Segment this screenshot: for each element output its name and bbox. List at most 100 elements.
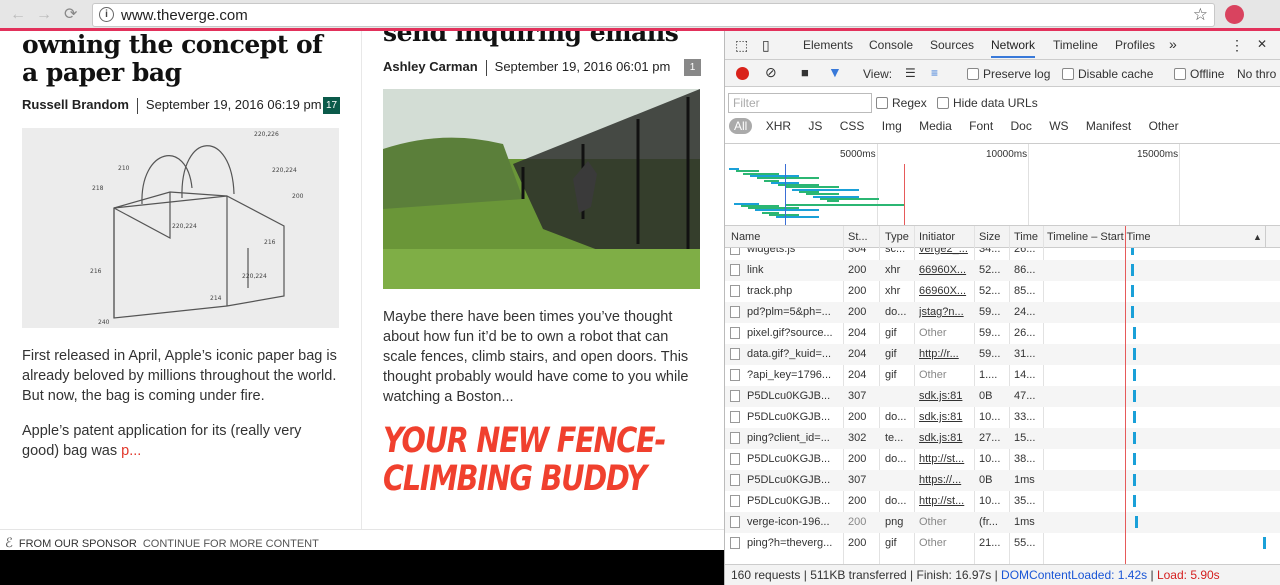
request-row[interactable]: P5DLcu0KGJB... 200 do... http://st... 10... 3…: [725, 449, 1280, 470]
more-tabs-icon[interactable]: »: [1169, 36, 1177, 52]
column-type[interactable]: Type: [885, 231, 909, 243]
request-row[interactable]: ?api_key=1796... 204 gif Other 1.... 14...: [725, 365, 1280, 386]
type-filter-all[interactable]: All: [729, 118, 753, 134]
article-headline[interactable]: owning the concept of a paper bag: [22, 31, 340, 87]
tab-sources[interactable]: Sources: [930, 38, 974, 52]
request-row[interactable]: P5DLcu0KGJB... 200 do... sdk.js:81 10... 33..…: [725, 407, 1280, 428]
request-row[interactable]: P5DLcu0KGJB... 307 sdk.js:81 0B 47...: [725, 386, 1280, 407]
request-initiator[interactable]: jstag?n...: [919, 306, 972, 318]
info-icon[interactable]: i: [99, 7, 114, 22]
type-filter-css[interactable]: CSS: [840, 119, 865, 133]
address-bar[interactable]: i www.theverge.com ☆: [92, 3, 1215, 27]
pocket-extension-icon[interactable]: [1225, 5, 1244, 24]
request-row[interactable]: ping?h=theverg... 200 gif Other 21... 55...: [725, 533, 1280, 554]
tab-profiles[interactable]: Profiles: [1115, 38, 1155, 52]
regex-checkbox[interactable]: Regex: [876, 96, 927, 110]
record-icon[interactable]: [736, 67, 749, 83]
back-icon[interactable]: ←: [10, 6, 26, 24]
disable-cache-checkbox[interactable]: Disable cache: [1062, 67, 1153, 81]
column-divider: [361, 31, 362, 531]
type-filter-font[interactable]: Font: [969, 119, 993, 133]
clear-icon[interactable]: ⊘: [765, 64, 777, 81]
request-status: 200: [848, 453, 867, 465]
request-initiator[interactable]: https://...: [919, 474, 972, 486]
preserve-log-checkbox[interactable]: Preserve log: [967, 67, 1050, 81]
column-initiator[interactable]: Initiator: [919, 231, 955, 243]
column-time[interactable]: Time: [1014, 231, 1038, 243]
article-headline[interactable]: send inquiring emails: [383, 31, 701, 47]
request-initiator[interactable]: http://st...: [919, 453, 972, 465]
type-filter-ws[interactable]: WS: [1049, 119, 1068, 133]
type-filter-js[interactable]: JS: [808, 119, 822, 133]
hide-data-urls-checkbox[interactable]: Hide data URLs: [937, 96, 1038, 110]
url-text[interactable]: www.theverge.com: [121, 7, 248, 24]
inspect-element-icon[interactable]: ⬚: [735, 37, 748, 54]
request-initiator[interactable]: 66960X...: [919, 285, 972, 297]
type-filter-doc[interactable]: Doc: [1011, 119, 1032, 133]
request-row[interactable]: pd?plm=5&ph=... 200 do... jstag?n... 59... 24…: [725, 302, 1280, 323]
type-filter-manifest[interactable]: Manifest: [1086, 119, 1131, 133]
request-initiator[interactable]: http://r...: [919, 348, 972, 360]
author-name[interactable]: Russell Brandom: [22, 97, 129, 112]
menu-icon[interactable]: ⋮: [1230, 37, 1244, 54]
request-initiator[interactable]: sdk.js:81: [919, 411, 972, 423]
bookmark-star-icon[interactable]: ☆: [1193, 5, 1208, 25]
request-initiator[interactable]: sdk.js:81: [919, 432, 972, 444]
large-rows-icon[interactable]: ☰: [905, 66, 916, 80]
screenshot-icon[interactable]: ■: [801, 65, 809, 80]
article-excerpt: Maybe there have been times you’ve thoug…: [383, 307, 701, 407]
request-initiator[interactable]: 66960X...: [919, 264, 972, 276]
type-filter-xhr[interactable]: XHR: [766, 119, 791, 133]
paper-bag-patent-image[interactable]: 220,226 220,224 210 218 200 220,224 216 216 …: [22, 128, 339, 328]
request-row[interactable]: data.gif?_kuid=... 204 gif http://r... 59...…: [725, 344, 1280, 365]
continue-link[interactable]: CONTINUE FOR MORE CONTENT: [143, 538, 319, 550]
author-name[interactable]: Ashley Carman: [383, 59, 478, 74]
column-size[interactable]: Size: [979, 231, 1000, 243]
read-more-link[interactable]: p...: [121, 443, 141, 459]
request-row[interactable]: P5DLcu0KGJB... 200 do... http://st... 10... 3…: [725, 491, 1280, 512]
type-filter-media[interactable]: Media: [919, 119, 952, 133]
column-timeline[interactable]: Timeline – Start Time: [1047, 231, 1151, 243]
forward-icon[interactable]: →: [36, 6, 52, 24]
throttle-select[interactable]: No thro: [1237, 67, 1276, 81]
request-row[interactable]: widgets.js 304 sc... verge2_... 34... 26...: [725, 248, 1280, 260]
tab-network[interactable]: Network: [991, 38, 1036, 58]
column-status[interactable]: St...: [848, 231, 868, 243]
comment-count-badge[interactable]: 1: [684, 59, 701, 76]
request-name: ?api_key=1796...: [747, 369, 832, 381]
request-row[interactable]: verge-icon-196... 200 png Other (fr... 1ms: [725, 512, 1280, 533]
request-initiator[interactable]: http://st...: [919, 495, 972, 507]
request-row[interactable]: track.php 200 xhr 66960X... 52... 85...: [725, 281, 1280, 302]
request-initiator[interactable]: verge2_...: [919, 248, 972, 255]
filter-input[interactable]: Filter: [728, 93, 872, 113]
type-filter-other[interactable]: Other: [1149, 119, 1179, 133]
device-mode-icon[interactable]: ▯: [762, 37, 770, 54]
request-row[interactable]: P5DLcu0KGJB... 307 https://... 0B 1ms: [725, 470, 1280, 491]
timeline-bar: [1262, 537, 1266, 549]
request-type: xhr: [885, 264, 901, 276]
request-name: P5DLcu0KGJB...: [747, 453, 831, 465]
offline-checkbox[interactable]: Offline: [1174, 67, 1224, 81]
article-byline: Russell Brandom September 19, 2016 06:19 …: [22, 97, 340, 115]
tab-elements[interactable]: Elements: [803, 38, 853, 52]
request-name: P5DLcu0KGJB...: [747, 495, 831, 507]
comment-count-badge[interactable]: 17: [323, 97, 340, 114]
close-icon[interactable]: ✕: [1257, 37, 1267, 51]
request-type: sc...: [885, 248, 906, 255]
request-initiator[interactable]: sdk.js:81: [919, 390, 972, 402]
column-name[interactable]: Name: [731, 231, 760, 243]
tab-timeline[interactable]: Timeline: [1053, 38, 1098, 52]
request-row[interactable]: link 200 xhr 66960X... 52... 86...: [725, 260, 1280, 281]
request-row[interactable]: ping?client_id=... 302 te... sdk.js:81 27...…: [725, 428, 1280, 449]
promo-headline[interactable]: YOUR NEW FENCE-CLIMBING BUDDY: [383, 422, 701, 498]
waterfall-view-icon[interactable]: ≡: [931, 66, 938, 80]
request-size: 27...: [979, 432, 1001, 444]
request-row[interactable]: pixel.gif?source... 204 gif Other 59... 26...: [725, 323, 1280, 344]
filter-funnel-icon[interactable]: ▼: [828, 64, 842, 80]
reload-icon[interactable]: ⟳: [64, 6, 77, 24]
type-filter-img[interactable]: Img: [882, 119, 902, 133]
tab-console[interactable]: Console: [869, 38, 913, 52]
network-overview[interactable]: 5000ms 10000ms 15000ms: [725, 144, 1280, 226]
sort-ascending-icon[interactable]: ▲: [1253, 232, 1262, 242]
fence-robot-photo[interactable]: [383, 89, 700, 289]
